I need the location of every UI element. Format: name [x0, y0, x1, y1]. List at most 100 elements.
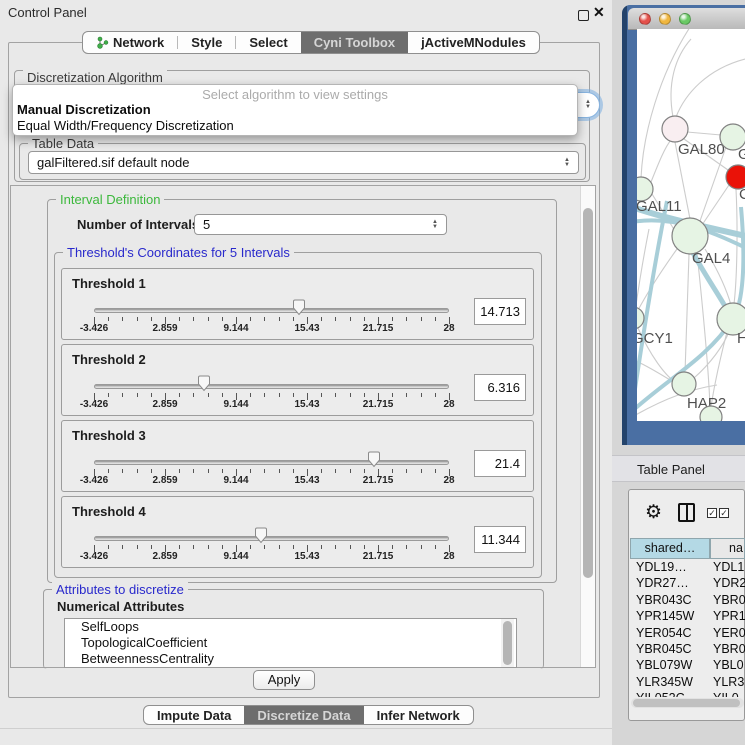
slider-thumb[interactable]: [367, 451, 381, 468]
network-node-gal80[interactable]: [662, 116, 688, 142]
cell-shared-name: YDL19…: [636, 560, 687, 574]
table-panel-window: ⚙ ✓ ✓ shared… na YDL19…YDL1YDR27…YDR2YBR…: [628, 489, 745, 721]
numerical-attributes-label: Numerical Attributes: [57, 599, 184, 614]
thresholds-group-title: Threshold's Coordinates for 5 Intervals: [63, 245, 294, 260]
slider-track[interactable]: [94, 384, 449, 389]
tab-select[interactable]: Select: [236, 32, 300, 53]
tick-mark: [335, 393, 336, 397]
network-node-hap2[interactable]: [672, 372, 696, 396]
zoom-traffic-light-icon[interactable]: [679, 13, 691, 25]
cell-name: YPR1: [713, 609, 745, 623]
tick-mark: [321, 317, 322, 321]
list-scrollbar[interactable]: [501, 619, 514, 667]
scrollbar-thumb[interactable]: [583, 208, 593, 578]
table-row[interactable]: YBR043CYBR0: [630, 593, 745, 609]
threshold-value-field[interactable]: 14.713: [474, 298, 526, 325]
network-edge[interactable]: [651, 140, 671, 182]
cell-name: YBL0: [713, 658, 744, 672]
tick-mark: [122, 469, 123, 473]
network-node-gal4[interactable]: [672, 218, 708, 254]
slider-thumb[interactable]: [197, 375, 211, 392]
list-item[interactable]: TopologicalCoefficient: [65, 635, 516, 651]
dropdown-option-equal-width[interactable]: Equal Width/Frequency Discretization: [17, 118, 234, 133]
cell-shared-name: YLR345W: [636, 675, 693, 689]
cell-name: YER0: [713, 626, 745, 640]
close-traffic-light-icon[interactable]: [639, 13, 651, 25]
node-label: GA: [738, 146, 745, 163]
table-data-combobox[interactable]: galFiltered.sif default node ▲▼: [28, 151, 579, 174]
tick-mark: [250, 469, 251, 473]
tick-mark: [279, 317, 280, 321]
threshold-value-field[interactable]: 11.344: [474, 526, 526, 553]
network-window-titlebar[interactable]: [628, 8, 745, 30]
list-item[interactable]: BetweennessCentrality: [65, 651, 516, 667]
interval-definition-group: Interval Definition Number of Intervals …: [47, 199, 557, 583]
cell-shared-name: YIL052C: [636, 691, 685, 697]
tick-mark: [179, 545, 180, 549]
scrollbar-thumb[interactable]: [633, 699, 740, 707]
threshold-value-field[interactable]: 6.316: [474, 374, 526, 401]
tick-mark: [151, 393, 152, 397]
list-item[interactable]: SelfLoops: [65, 619, 516, 635]
threshold-label: Threshold 3: [72, 428, 146, 443]
table-row[interactable]: YDL19…YDL1: [630, 560, 745, 576]
split-columns-icon[interactable]: [678, 503, 695, 522]
column-header-shared[interactable]: shared…: [630, 538, 710, 559]
scrollbar-thumb[interactable]: [503, 621, 512, 665]
threshold-value-field[interactable]: 21.4: [474, 450, 526, 477]
tick-mark: [264, 469, 265, 473]
network-edge[interactable]: [700, 147, 726, 221]
bottom-tab-infer-network[interactable]: Infer Network: [364, 706, 473, 724]
horizontal-scrollbar[interactable]: [631, 698, 744, 708]
table-row[interactable]: YDR27…YDR2: [630, 576, 745, 592]
tab-network[interactable]: Network: [83, 32, 177, 53]
tick-mark: [350, 545, 351, 549]
network-edge[interactable]: [687, 132, 721, 135]
bottom-tab-label-impute-data: Impute Data: [157, 705, 231, 725]
network-edge-thick[interactable]: [637, 201, 667, 389]
table-row[interactable]: YBL079WYBL0: [630, 658, 745, 674]
column-header-name[interactable]: na: [710, 538, 745, 559]
dropdown-option-manual[interactable]: Manual Discretization: [17, 102, 151, 117]
close-icon[interactable]: ✕: [593, 4, 605, 21]
slider-track[interactable]: [94, 308, 449, 313]
network-edge[interactable]: [685, 254, 689, 373]
gear-icon[interactable]: ⚙: [645, 501, 662, 524]
tick-mark: [208, 317, 209, 321]
network-edge[interactable]: [676, 59, 745, 117]
control-panel: Control Panel ✕ NetworkStyleSelectCyni T…: [0, 0, 612, 745]
checkbox-checked-icon[interactable]: ✓: [719, 508, 729, 518]
tick-label: 21.715: [363, 323, 394, 334]
tick-mark: [364, 545, 365, 549]
tab-style[interactable]: Style: [178, 32, 235, 53]
checkbox-checked-icon[interactable]: ✓: [707, 508, 717, 518]
slider-thumb[interactable]: [254, 527, 268, 544]
num-intervals-combobox[interactable]: 5 ▲▼: [194, 214, 447, 235]
tick-mark: [392, 317, 393, 321]
bottom-tab-discretize-data[interactable]: Discretize Data: [244, 706, 363, 724]
bottom-tab-impute-data[interactable]: Impute Data: [144, 706, 244, 724]
numerical-attributes-list[interactable]: SelfLoopsTopologicalCoefficientBetweenne…: [64, 618, 517, 668]
tick-mark: [137, 545, 138, 549]
slider-track[interactable]: [94, 536, 449, 541]
vertical-scrollbar[interactable]: [580, 186, 595, 667]
tab-cyni-toolbox[interactable]: Cyni Toolbox: [301, 32, 408, 53]
table-row[interactable]: YIL052CYIL0: [630, 691, 745, 697]
tab-jactivemnodules[interactable]: jActiveMNodules: [408, 32, 539, 53]
slider-thumb[interactable]: [292, 299, 306, 316]
bottom-tab-bar: Impute Data Discretize DataInfer Network: [143, 705, 474, 725]
table-row[interactable]: YER054CYER0: [630, 626, 745, 642]
network-canvas[interactable]: GAL80GACGAL11GAL4GCY1HHAP2: [637, 29, 745, 421]
tick-mark: [222, 317, 223, 321]
threshold-panel-1: Threshold 1-3.4262.8599.14415.4321.71528…: [61, 268, 534, 340]
apply-button[interactable]: Apply: [253, 670, 315, 690]
table-row[interactable]: YBR045CYBR0: [630, 642, 745, 658]
network-edge[interactable]: [734, 189, 737, 304]
float-window-icon[interactable]: [578, 10, 589, 21]
table-row[interactable]: YLR345WYLR3: [630, 675, 745, 691]
minimize-traffic-light-icon[interactable]: [659, 13, 671, 25]
tick-label: -3.426: [80, 551, 108, 562]
threshold-label: Threshold 4: [72, 504, 146, 519]
slider-track[interactable]: [94, 460, 449, 465]
table-row[interactable]: YPR145WYPR1: [630, 609, 745, 625]
